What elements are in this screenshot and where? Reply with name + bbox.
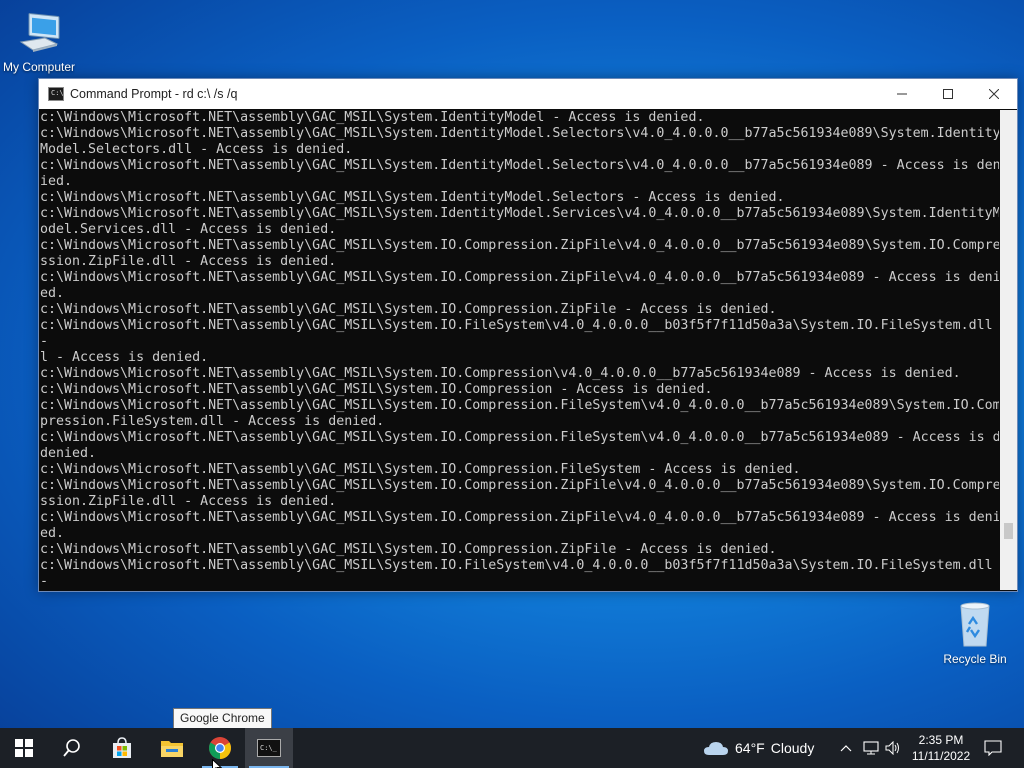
console-line: c:\Windows\Microsoft.NET\assembly\GAC_MS… xyxy=(40,398,999,413)
recycle-bin-icon xyxy=(951,600,999,648)
maximize-icon xyxy=(943,89,953,99)
search-icon xyxy=(63,739,80,757)
scrollbar-thumb[interactable] xyxy=(1004,523,1013,539)
console-line: c:\Windows\Microsoft.NET\assembly\GAC_MS… xyxy=(40,126,999,141)
console-line: c:\Windows\Microsoft.NET\assembly\GAC_MS… xyxy=(40,510,999,525)
folder-icon xyxy=(161,741,183,757)
maximize-button[interactable] xyxy=(925,79,971,109)
console-line: c:\Windows\Microsoft.NET\assembly\GAC_MS… xyxy=(40,382,713,397)
chrome-icon xyxy=(209,737,231,759)
console-line: denied. xyxy=(40,446,97,461)
network-button[interactable] xyxy=(860,728,882,768)
weather-condition: Cloudy xyxy=(770,740,815,756)
clock-time: 2:35 PM xyxy=(918,733,964,747)
console-icon: C:\_ xyxy=(257,739,281,757)
recycle-bin-desktop-icon[interactable]: Recycle Bin xyxy=(930,600,1020,666)
console-line: - xyxy=(40,334,49,349)
window-titlebar[interactable]: C:\ Command Prompt - rd c:\ /s /q xyxy=(39,79,1017,109)
console-line: c:\Windows\Microsoft.NET\assembly\GAC_MS… xyxy=(40,430,999,445)
notification-icon xyxy=(984,740,1002,756)
console-line: c:\Windows\Microsoft.NET\assembly\GAC_MS… xyxy=(40,318,993,333)
volume-button[interactable] xyxy=(882,728,904,768)
console-line: c:\Windows\Microsoft.NET\assembly\GAC_MS… xyxy=(40,206,999,221)
chevron-up-icon xyxy=(840,745,852,752)
console-line: odel.Services.dll - Access is denied. xyxy=(40,222,337,237)
command-prompt-taskbar-button[interactable]: C:\_ xyxy=(245,728,293,768)
console-line: ssion.ZipFile.dll - Access is denied. xyxy=(40,254,337,269)
console-line: ssion.ZipFile.dll - Access is denied. xyxy=(40,494,337,509)
console-line: c:\Windows\Microsoft.NET\assembly\GAC_MS… xyxy=(40,558,993,573)
microsoft-store-button[interactable] xyxy=(98,728,146,768)
console-line: c:\Windows\Microsoft.NET\assembly\GAC_MS… xyxy=(40,110,705,125)
close-button[interactable] xyxy=(971,79,1017,109)
console-line: Model.Selectors.dll - Access is denied. xyxy=(40,142,353,157)
chrome-tooltip: Google Chrome xyxy=(173,708,272,729)
minimize-button[interactable] xyxy=(879,79,925,109)
console-line: c:\Windows\Microsoft.NET\assembly\GAC_MS… xyxy=(40,366,961,381)
weather-temp: 64°F xyxy=(735,740,765,756)
weather-widget[interactable]: 64°F Cloudy xyxy=(703,728,814,768)
windows-logo-icon xyxy=(15,739,33,757)
console-line: ied. xyxy=(40,174,73,189)
vertical-scrollbar[interactable] xyxy=(1000,110,1017,590)
console-line: c:\Windows\Microsoft.NET\assembly\GAC_MS… xyxy=(40,158,999,173)
command-prompt-icon: C:\ xyxy=(48,87,64,101)
close-icon xyxy=(989,89,999,99)
console-line: c:\Windows\Microsoft.NET\assembly\GAC_MS… xyxy=(40,542,777,557)
console-line: ed. xyxy=(40,286,65,301)
file-explorer-button[interactable] xyxy=(148,728,196,768)
console-line: c:\Windows\Microsoft.NET\assembly\GAC_MS… xyxy=(40,478,999,493)
notifications-button[interactable] xyxy=(978,728,1008,768)
console-line: c:\Windows\Microsoft.NET\assembly\GAC_MS… xyxy=(40,462,801,477)
my-computer-label: My Computer xyxy=(2,60,76,74)
computer-icon xyxy=(15,8,63,56)
my-computer-desktop-icon[interactable]: My Computer xyxy=(0,8,84,74)
console-line: pression.FileSystem.dll - Access is deni… xyxy=(40,414,385,429)
mouse-pointer-icon xyxy=(212,759,222,768)
console-line: l - Access is denied. xyxy=(40,350,209,365)
console-output[interactable]: c:\Windows\Microsoft.NET\assembly\GAC_MS… xyxy=(39,110,999,590)
network-icon xyxy=(863,741,879,755)
console-line: c:\Windows\Microsoft.NET\assembly\GAC_MS… xyxy=(40,190,785,205)
taskbar: C:\_ 64°F Cloudy 2:35 PM 11/11/2022 xyxy=(0,728,1024,768)
window-title: Command Prompt - rd c:\ /s /q xyxy=(70,87,238,101)
recycle-bin-label: Recycle Bin xyxy=(943,652,1007,666)
console-line: c:\Windows\Microsoft.NET\assembly\GAC_MS… xyxy=(40,302,777,317)
svg-text:C:\_: C:\_ xyxy=(260,744,278,752)
console-line: - xyxy=(40,574,49,589)
minimize-icon xyxy=(897,93,907,95)
store-icon xyxy=(113,737,131,758)
command-prompt-window[interactable]: C:\ Command Prompt - rd c:\ /s /q c:\Win… xyxy=(38,78,1018,592)
volume-icon xyxy=(885,741,899,755)
search-button[interactable] xyxy=(48,728,96,768)
cloud-icon xyxy=(704,742,728,755)
console-line: c:\Windows\Microsoft.NET\assembly\GAC_MS… xyxy=(40,270,999,285)
clock[interactable]: 2:35 PM 11/11/2022 xyxy=(906,732,976,764)
console-line: ed. xyxy=(40,526,65,541)
clock-date: 11/11/2022 xyxy=(911,749,971,763)
console-line: c:\Windows\Microsoft.NET\assembly\GAC_MS… xyxy=(40,238,999,253)
show-hidden-icons-button[interactable] xyxy=(836,728,856,768)
start-button[interactable] xyxy=(0,728,48,768)
